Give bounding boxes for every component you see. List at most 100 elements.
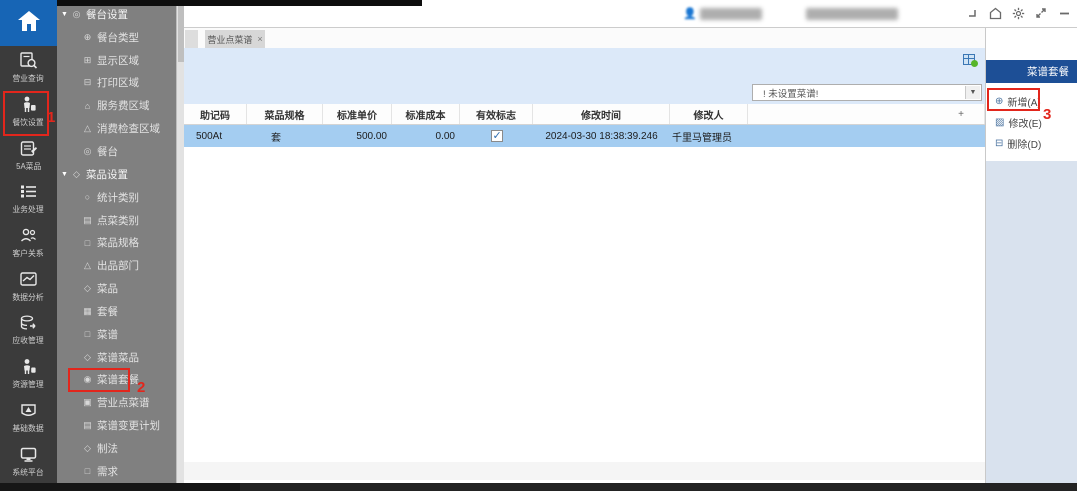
menu-item-table[interactable]: ◎餐台 xyxy=(57,140,176,163)
menu-item-icon: ◎ xyxy=(70,9,83,20)
menu-item-icon: ◇ xyxy=(81,443,94,454)
cell-empty xyxy=(748,125,985,147)
cell-spec: 套 xyxy=(247,125,323,147)
menu-item-dish-spec[interactable]: □菜品规格 xyxy=(57,231,176,254)
tab-close-icon[interactable]: × xyxy=(257,34,262,44)
minimize-icon[interactable] xyxy=(1057,6,1071,20)
tab-label: 营业点菜谱 xyxy=(207,33,252,46)
menu-item-display-area[interactable]: ⊞显示区域 xyxy=(57,49,176,72)
menu-item-menu-set-meal[interactable]: ◉菜谱套餐 xyxy=(57,369,176,392)
menu-item-icon: ▦ xyxy=(81,306,94,317)
menu-scrollbar[interactable] xyxy=(176,0,184,483)
menu-filter-dropdown[interactable]: ! 未设置菜谱! ▼ xyxy=(752,84,982,101)
col-header-modified-time[interactable]: 修改时间 xyxy=(533,104,670,124)
col-header-price[interactable]: 标准单价 xyxy=(323,104,392,124)
home-shield-icon[interactable] xyxy=(988,6,1002,20)
menu-item-menu[interactable]: □菜谱 xyxy=(57,323,176,346)
col-header-spec[interactable]: 菜品规格 xyxy=(247,104,323,124)
sidebar-item-system-platform[interactable]: 系统平台 xyxy=(0,439,57,483)
menu-item-cooking-method[interactable]: ◇制法 xyxy=(57,437,176,460)
export-excel-icon[interactable] xyxy=(963,54,978,67)
tab-business-point-menu[interactable]: 营业点菜谱 × xyxy=(205,30,265,48)
menu-item-icon: ▤ xyxy=(81,420,94,431)
menu-item-label: 制法 xyxy=(97,441,118,456)
menu-item-label: 服务费区域 xyxy=(97,98,150,113)
chevron-down-icon[interactable]: ▼ xyxy=(965,86,980,99)
menu-item-consumption-check-area[interactable]: △消费检查区域 xyxy=(57,117,176,140)
cell-modified-by: 千里马管理员 xyxy=(670,125,748,147)
scrollbar-thumb[interactable] xyxy=(178,2,184,62)
panel-background xyxy=(986,161,1077,483)
menu-item-icon: ▤ xyxy=(81,215,94,226)
col-header-modified-by[interactable]: 修改人 xyxy=(670,104,748,124)
menu-item-icon: ○ xyxy=(81,192,94,202)
panel-title: 菜谱套餐 xyxy=(986,60,1077,83)
actions-panel: 菜谱套餐 ⊕新增(A) ▨修改(E) ⊟删除(D) xyxy=(985,28,1077,483)
menu-group-table-settings[interactable]: ▼◎餐台设置 xyxy=(57,3,176,26)
menu-item-demand[interactable]: □需求 xyxy=(57,460,176,483)
menu-item-table-type[interactable]: ⊕餐台类型 xyxy=(57,26,176,49)
sidebar-item-5a-dishes[interactable]: 5A菜品 xyxy=(0,133,57,177)
sidebar-item-label: 资源管理 xyxy=(13,379,44,390)
menu-item-icon: □ xyxy=(81,466,94,476)
sidebar-item-label: 业务处理 xyxy=(13,204,44,215)
expander-icon: ▼ xyxy=(61,171,70,178)
sidebar-item-label: 餐饮设置 xyxy=(13,117,44,128)
sidebar-item-resource-management[interactable]: 资源管理 xyxy=(0,352,57,396)
sidebar-item-business-query[interactable]: 营业查询 xyxy=(0,46,57,90)
sidebar-item-business-processing[interactable]: 业务处理 xyxy=(0,177,57,221)
col-header-mnemonic[interactable]: 助记码 xyxy=(184,104,247,124)
menu-item-service-fee-area[interactable]: ⌂服务费区域 xyxy=(57,94,176,117)
customers-icon xyxy=(19,226,38,245)
sidebar-item-label: 系统平台 xyxy=(13,466,44,477)
delete-button[interactable]: ⊟删除(D) xyxy=(986,133,1077,154)
table-row-selected[interactable]: 500At 套 500.00 0.00 2024-03-30 18:38:39.… xyxy=(184,125,985,147)
col-header-cost[interactable]: 标准成本 xyxy=(392,104,460,124)
menu-item-label: 消费检查区域 xyxy=(97,121,160,136)
gear-icon[interactable] xyxy=(1011,6,1025,20)
menu-item-menu-change-plan[interactable]: ▤菜谱变更计划 xyxy=(57,414,176,437)
cell-valid xyxy=(460,125,533,147)
menu-item-business-point-menu[interactable]: ▣营业点菜谱 xyxy=(57,391,176,414)
add-button[interactable]: ⊕新增(A) xyxy=(986,91,1077,112)
edit-button[interactable]: ▨修改(E) xyxy=(986,112,1077,133)
menu-item-menu-dish[interactable]: ◇菜谱菜品 xyxy=(57,346,176,369)
menu-item-dish[interactable]: ◇菜品 xyxy=(57,277,176,300)
menu-item-stat-category[interactable]: ○统计类别 xyxy=(57,186,176,209)
base-data-icon xyxy=(19,401,38,420)
annotation-number-2: 2 xyxy=(137,379,145,396)
cell-cost: 0.00 xyxy=(392,125,460,147)
menu-item-production-dept[interactable]: △出品部门 xyxy=(57,254,176,277)
menu-item-icon: ◇ xyxy=(70,169,83,180)
sidebar-item-customer-relations[interactable]: 客户关系 xyxy=(0,221,57,265)
menu-item-label: 菜品设置 xyxy=(86,167,128,182)
menu-item-label: 需求 xyxy=(97,464,118,479)
menu-item-icon: △ xyxy=(81,123,94,134)
col-header-valid[interactable]: 有效标志 xyxy=(460,104,533,124)
menu-item-icon: ◇ xyxy=(81,352,94,363)
menu-item-icon: ◇ xyxy=(81,283,94,294)
menu-item-icon: □ xyxy=(81,329,94,339)
menu-item-icon: □ xyxy=(81,238,94,248)
column-options-button[interactable]: + xyxy=(954,107,968,121)
menu-item-order-category[interactable]: ▤点菜类别 xyxy=(57,209,176,232)
settings-submenu: ▼◎餐台设置 ⊕餐台类型 ⊞显示区域 ⊟打印区域 ⌂服务费区域 △消费检查区域 … xyxy=(57,0,176,483)
sidebar-item-label: 应收管理 xyxy=(13,335,44,346)
sidebar-item-base-data[interactable]: 基础数据 xyxy=(0,396,57,440)
menu-item-print-area[interactable]: ⊟打印区域 xyxy=(57,72,176,95)
sidebar-item-data-analysis[interactable]: 数据分析 xyxy=(0,264,57,308)
home-icon xyxy=(16,8,42,39)
fullscreen-icon[interactable] xyxy=(1034,6,1048,20)
sidebar-item-receivables[interactable]: 应收管理 xyxy=(0,308,57,352)
menu-item-label: 出品部门 xyxy=(97,258,139,273)
menu-item-set-meal[interactable]: ▦套餐 xyxy=(57,300,176,323)
table-empty-area xyxy=(184,147,985,483)
menu-group-dish-settings[interactable]: ▼◇菜品设置 xyxy=(57,163,176,186)
menu-item-icon: ⌂ xyxy=(81,101,94,111)
sidebar-item-home[interactable] xyxy=(0,0,57,46)
bottom-taskbar xyxy=(0,483,1077,491)
resize-corner-icon[interactable] xyxy=(965,6,979,20)
collapsed-tab[interactable] xyxy=(185,30,198,48)
valid-checkbox[interactable] xyxy=(491,130,503,142)
edit-button-label: 修改(E) xyxy=(1008,115,1041,130)
